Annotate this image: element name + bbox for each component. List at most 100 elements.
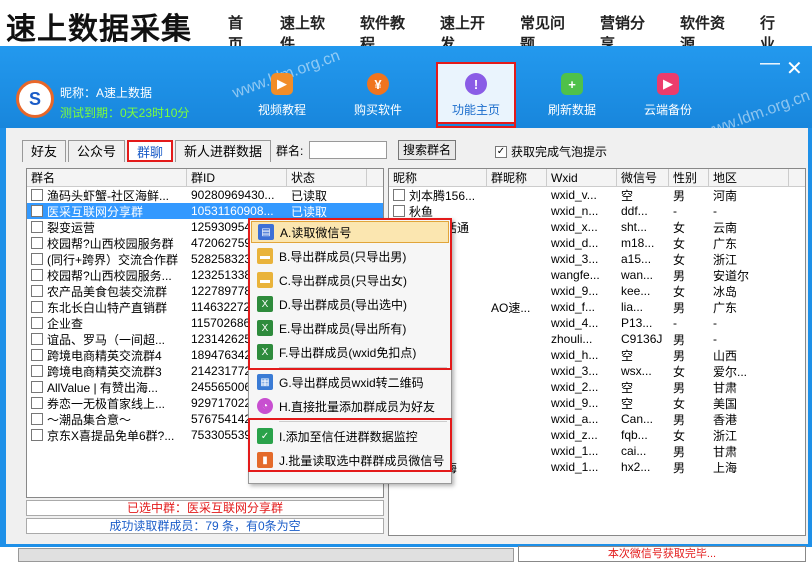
- row-checkbox[interactable]: [31, 349, 43, 361]
- row-checkbox[interactable]: [31, 189, 43, 201]
- row-checkbox[interactable]: [31, 413, 43, 425]
- table-cell: 京东X喜提品免单6群?...: [47, 428, 175, 443]
- table-cell: wxid_2...: [551, 380, 599, 394]
- minimize-icon[interactable]: —: [760, 52, 780, 75]
- column-header[interactable]: 性别: [669, 169, 709, 186]
- row-checkbox[interactable]: [393, 189, 405, 201]
- cloud-backup-button[interactable]: ▶ 云端备份: [628, 70, 708, 126]
- table-cell: wxid_x...: [551, 220, 598, 234]
- table-cell: 浙江: [713, 428, 738, 443]
- table-row[interactable]: 刘本腾156... wxid_v... 空 男 河南: [389, 187, 805, 203]
- row-checkbox[interactable]: [31, 381, 43, 393]
- table-cell: 已读取: [291, 188, 328, 203]
- table-cell: -: [713, 204, 717, 218]
- table-cell: ddf...: [621, 204, 648, 218]
- table-row[interactable]: 医采互联网分享群 10531160908... 已读取: [27, 203, 383, 219]
- row-checkbox[interactable]: [31, 333, 43, 345]
- row-checkbox[interactable]: [31, 205, 43, 217]
- highlight-box: [248, 418, 452, 472]
- table-cell: 女: [673, 396, 686, 411]
- column-header[interactable]: 群名: [27, 169, 187, 186]
- row-checkbox[interactable]: [31, 397, 43, 409]
- site-brand: 速上数据采集: [6, 13, 192, 46]
- video-icon: ▶: [271, 73, 293, 95]
- column-header[interactable]: 状态: [287, 169, 367, 186]
- table-cell: wsx...: [621, 364, 652, 378]
- row-checkbox[interactable]: [31, 253, 43, 265]
- column-header[interactable]: 昵称: [389, 169, 487, 186]
- menu-item-label: H.直接批量添加群成员为好友: [279, 399, 436, 414]
- row-checkbox[interactable]: [393, 205, 405, 217]
- table-cell: 上海: [713, 460, 738, 475]
- table-cell: 男: [673, 412, 686, 427]
- buy-software-button[interactable]: ¥ 购买软件: [338, 70, 418, 126]
- table-cell: 男: [673, 332, 686, 347]
- table-row[interactable]: 秋鱼 wxid_n... ddf... - -: [389, 203, 805, 219]
- table-cell: wangfe...: [551, 268, 600, 282]
- refresh-data-button[interactable]: + 刷新数据: [532, 70, 612, 126]
- table-cell: 券恋一无极首家线上...: [47, 396, 166, 411]
- qr-icon: ▦: [257, 374, 273, 390]
- table-cell: 裂变运营: [47, 220, 96, 235]
- group-list-header: 群名 群ID 状态: [27, 169, 383, 187]
- row-checkbox[interactable]: [31, 429, 43, 441]
- table-cell: 女: [673, 220, 686, 235]
- table-cell: 男: [673, 460, 686, 475]
- close-icon[interactable]: ✕: [786, 56, 803, 81]
- row-checkbox[interactable]: [31, 365, 43, 377]
- table-cell: 空: [621, 396, 634, 411]
- table-cell: 校园帮?山西校园服务群: [47, 236, 174, 251]
- table-cell: 企业查: [47, 316, 84, 331]
- tab-new-members[interactable]: 新人进群数据: [175, 140, 272, 162]
- table-cell: wxid_3...: [551, 364, 599, 378]
- column-header[interactable]: 群ID: [187, 169, 287, 186]
- refresh-icon: +: [561, 73, 583, 95]
- table-cell: wxid_v...: [551, 188, 597, 202]
- table-cell: 山西: [713, 348, 738, 363]
- checkbox-checked-icon[interactable]: ✓: [495, 145, 507, 158]
- table-cell: lia...: [621, 300, 644, 314]
- table-cell: -: [673, 316, 677, 330]
- table-cell: 男: [673, 380, 686, 395]
- row-checkbox[interactable]: [31, 237, 43, 249]
- column-header[interactable]: 地区: [709, 169, 789, 186]
- site-header: 速上数据采集 首页 速上软件 软件教程 速上开发 常见问题 营销分享 软件资源 …: [0, 0, 812, 53]
- bubble-tip-checkbox[interactable]: ✓ 获取完成气泡提示: [495, 143, 607, 160]
- menu-item-wxid-qrcode[interactable]: ▦ G.导出群成员wxid转二维码: [251, 371, 449, 393]
- table-cell: AO速...: [491, 300, 531, 315]
- table-cell: wxid_z...: [551, 428, 598, 442]
- table-cell: 广东: [713, 236, 738, 251]
- column-header[interactable]: 微信号: [617, 169, 669, 186]
- column-header[interactable]: Wxid: [547, 169, 617, 186]
- table-row[interactable]: 渔码头虾蟹-社区海鲜... 90280969430... 已读取: [27, 187, 383, 203]
- row-checkbox[interactable]: [31, 317, 43, 329]
- done-status: 本次微信号获取完毕...: [518, 546, 806, 562]
- table-cell: wxid_n...: [551, 204, 599, 218]
- table-cell: -: [713, 316, 717, 330]
- tab-official-accounts[interactable]: 公众号: [68, 140, 126, 162]
- highlight-box: [436, 62, 516, 128]
- table-cell: 东北长白山特产直销群: [47, 300, 168, 315]
- menu-item-add-friends[interactable]: ◔ H.直接批量添加群成员为好友: [251, 395, 449, 417]
- table-cell: Can...: [621, 412, 654, 426]
- group-name-input[interactable]: [309, 141, 387, 159]
- app-window: www.ldm.org.cn www.ldm.org.cn — ✕ S 昵称：A…: [0, 46, 812, 562]
- table-cell: ～潮品集合意～: [47, 412, 132, 427]
- row-checkbox[interactable]: [31, 269, 43, 281]
- row-checkbox[interactable]: [31, 221, 43, 233]
- tab-group-chat[interactable]: 群聊: [127, 140, 174, 162]
- table-cell: -: [713, 332, 717, 346]
- search-group-button[interactable]: 搜索群名: [398, 140, 456, 160]
- column-header[interactable]: 群昵称: [487, 169, 547, 186]
- table-cell: 10531160908...: [191, 204, 274, 218]
- button-label: 购买软件: [353, 103, 402, 117]
- table-cell: 农产品美食包装交流群: [47, 284, 168, 299]
- row-checkbox[interactable]: [31, 285, 43, 297]
- table-cell: 空: [621, 380, 634, 395]
- table-cell: 已读取: [291, 204, 328, 219]
- row-checkbox[interactable]: [31, 301, 43, 313]
- tab-friends[interactable]: 好友: [22, 140, 67, 162]
- table-cell: wxid_9...: [551, 284, 599, 298]
- video-tutorial-button[interactable]: ▶ 视频教程: [242, 70, 322, 126]
- table-cell: wxid_9...: [551, 396, 599, 410]
